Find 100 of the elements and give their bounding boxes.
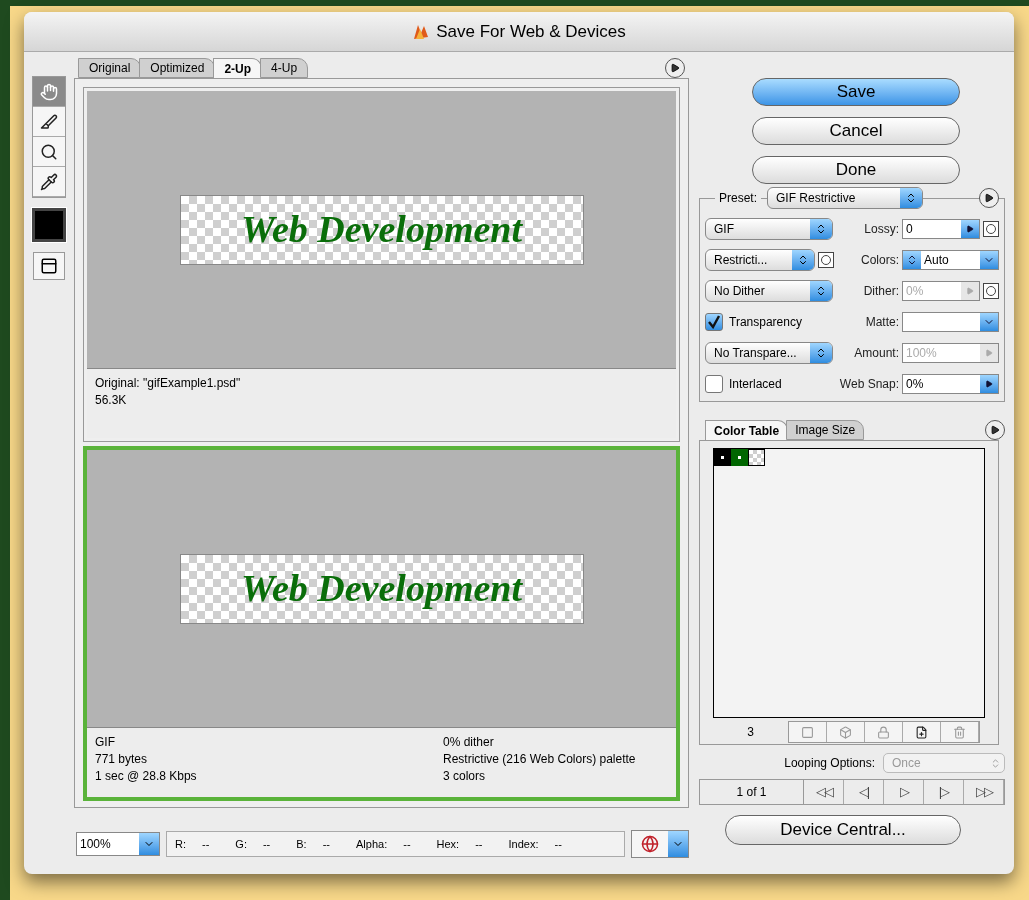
updown-icon	[815, 347, 827, 359]
play-icon	[985, 380, 993, 388]
color-table-button[interactable]	[941, 722, 979, 742]
field-label: Lossy:	[864, 221, 899, 238]
dropdown[interactable]: No Transpare...	[705, 342, 833, 364]
view-tab[interactable]: 4-Up	[260, 58, 309, 78]
checker-icon	[801, 725, 814, 739]
value-field[interactable]: 0%	[902, 374, 999, 394]
window-icon	[40, 257, 58, 275]
dropdown[interactable]: GIF Restrictive	[767, 187, 923, 209]
info-text: 1 sec @ 28.8 Kbps	[95, 768, 197, 785]
field-label: Web Snap:	[839, 376, 899, 393]
color-swatch[interactable]	[714, 449, 731, 466]
updown-icon	[815, 223, 827, 235]
frame-control[interactable]: ◁◁	[804, 780, 844, 804]
play-icon	[966, 225, 974, 233]
window-title: Save For Web & Devices	[436, 20, 626, 43]
frame-control[interactable]: |▷	[924, 780, 964, 804]
updown-icon	[906, 254, 918, 266]
view-tab[interactable]: Optimized	[139, 58, 216, 78]
preset-menu-button[interactable]	[979, 188, 999, 208]
toggle-slices-button[interactable]	[33, 252, 65, 280]
panel-tab[interactable]: Image Size	[786, 420, 865, 440]
frame-control[interactable]: ▷▷	[964, 780, 1004, 804]
info-text: Restrictive (216 Web Colors) palette	[443, 751, 637, 768]
dialog-button[interactable]: Done	[752, 156, 960, 184]
play-icon	[990, 425, 1000, 435]
updown-icon	[990, 757, 1001, 769]
lock-icon	[877, 725, 890, 739]
color-table-button[interactable]	[789, 722, 827, 742]
view-tab[interactable]: 2-Up	[213, 58, 263, 78]
info-text: 771 bytes	[95, 751, 149, 768]
updown-icon	[815, 285, 827, 297]
readout-label: R:	[175, 836, 186, 852]
readout-value: --	[202, 836, 210, 852]
eyedropper-icon	[40, 172, 58, 191]
readout-value: --	[403, 836, 411, 852]
value-field[interactable]: 0	[902, 219, 980, 239]
readout-label: Hex:	[436, 836, 460, 852]
info-text: 56.3K	[95, 392, 128, 409]
color-swatch[interactable]	[731, 449, 748, 466]
updown-icon	[905, 192, 917, 204]
dropdown[interactable]: No Dither	[705, 280, 833, 302]
view-tab[interactable]: Original	[78, 58, 142, 78]
dropdown[interactable]: Restricti...	[705, 249, 815, 271]
play-icon	[670, 63, 680, 73]
panel-tab[interactable]: Color Table	[705, 420, 789, 440]
hand-icon	[40, 82, 58, 101]
color-table-button[interactable]	[827, 722, 865, 742]
zoom-combo[interactable]: 100%	[76, 832, 160, 856]
tool-button[interactable]	[33, 137, 65, 167]
color-count: 3	[746, 724, 755, 741]
readout-label: B:	[296, 836, 307, 852]
color-table-button[interactable]	[903, 722, 941, 742]
readout-label: Alpha:	[356, 836, 388, 852]
artwork-text: Web Development	[179, 553, 584, 624]
info-text: Original: "gifExample1.psd"	[95, 375, 241, 392]
trash-icon	[953, 725, 966, 739]
checkbox[interactable]	[705, 375, 723, 393]
color-swatch[interactable]	[32, 208, 66, 242]
color-table-button[interactable]	[865, 722, 903, 742]
field-label: Colors:	[861, 252, 899, 269]
preview-browser-button[interactable]	[631, 830, 689, 858]
globe-icon	[641, 835, 659, 853]
field-label: Matte:	[865, 314, 899, 331]
dropdown[interactable]: GIF	[705, 218, 833, 240]
mask-button[interactable]	[983, 221, 999, 237]
play-icon	[966, 287, 974, 295]
info-text: GIF	[95, 734, 116, 751]
play-icon	[985, 349, 993, 357]
info-text: 3 colors	[443, 768, 487, 785]
dialog-button[interactable]: Cancel	[752, 117, 960, 145]
tool-button[interactable]	[33, 167, 65, 197]
readout-value: --	[475, 836, 483, 852]
readout-value: --	[554, 836, 562, 852]
checkmark-icon	[707, 315, 721, 329]
frame-control[interactable]: ◁|	[844, 780, 884, 804]
checkbox[interactable]	[705, 313, 723, 331]
artwork-text: Web Development	[179, 194, 584, 265]
readout-value: --	[262, 836, 271, 852]
frame-control[interactable]: ▷	[884, 780, 924, 804]
options-menu-button[interactable]	[665, 58, 685, 78]
checkbox-label: Transparency	[729, 314, 802, 331]
tool-button[interactable]	[33, 107, 65, 137]
frame-counter: 1 of 1	[700, 780, 804, 804]
play-icon	[984, 193, 994, 203]
device-central-button[interactable]: Device Central...	[725, 815, 961, 845]
zoom-icon	[40, 142, 58, 161]
panel-menu-button[interactable]	[985, 420, 1005, 440]
updown-icon	[797, 254, 809, 266]
cube-icon	[839, 725, 852, 739]
field-label: Dither:	[863, 283, 899, 300]
readout-label: Index:	[508, 836, 539, 852]
readout-value: --	[322, 836, 330, 852]
readout-label: G:	[235, 836, 247, 852]
transparent-swatch[interactable]	[748, 449, 765, 466]
value-combo[interactable]	[902, 312, 999, 332]
mask-button[interactable]	[818, 252, 834, 268]
dialog-button[interactable]: Save	[752, 78, 960, 106]
value-combo[interactable]: Auto	[902, 250, 999, 270]
